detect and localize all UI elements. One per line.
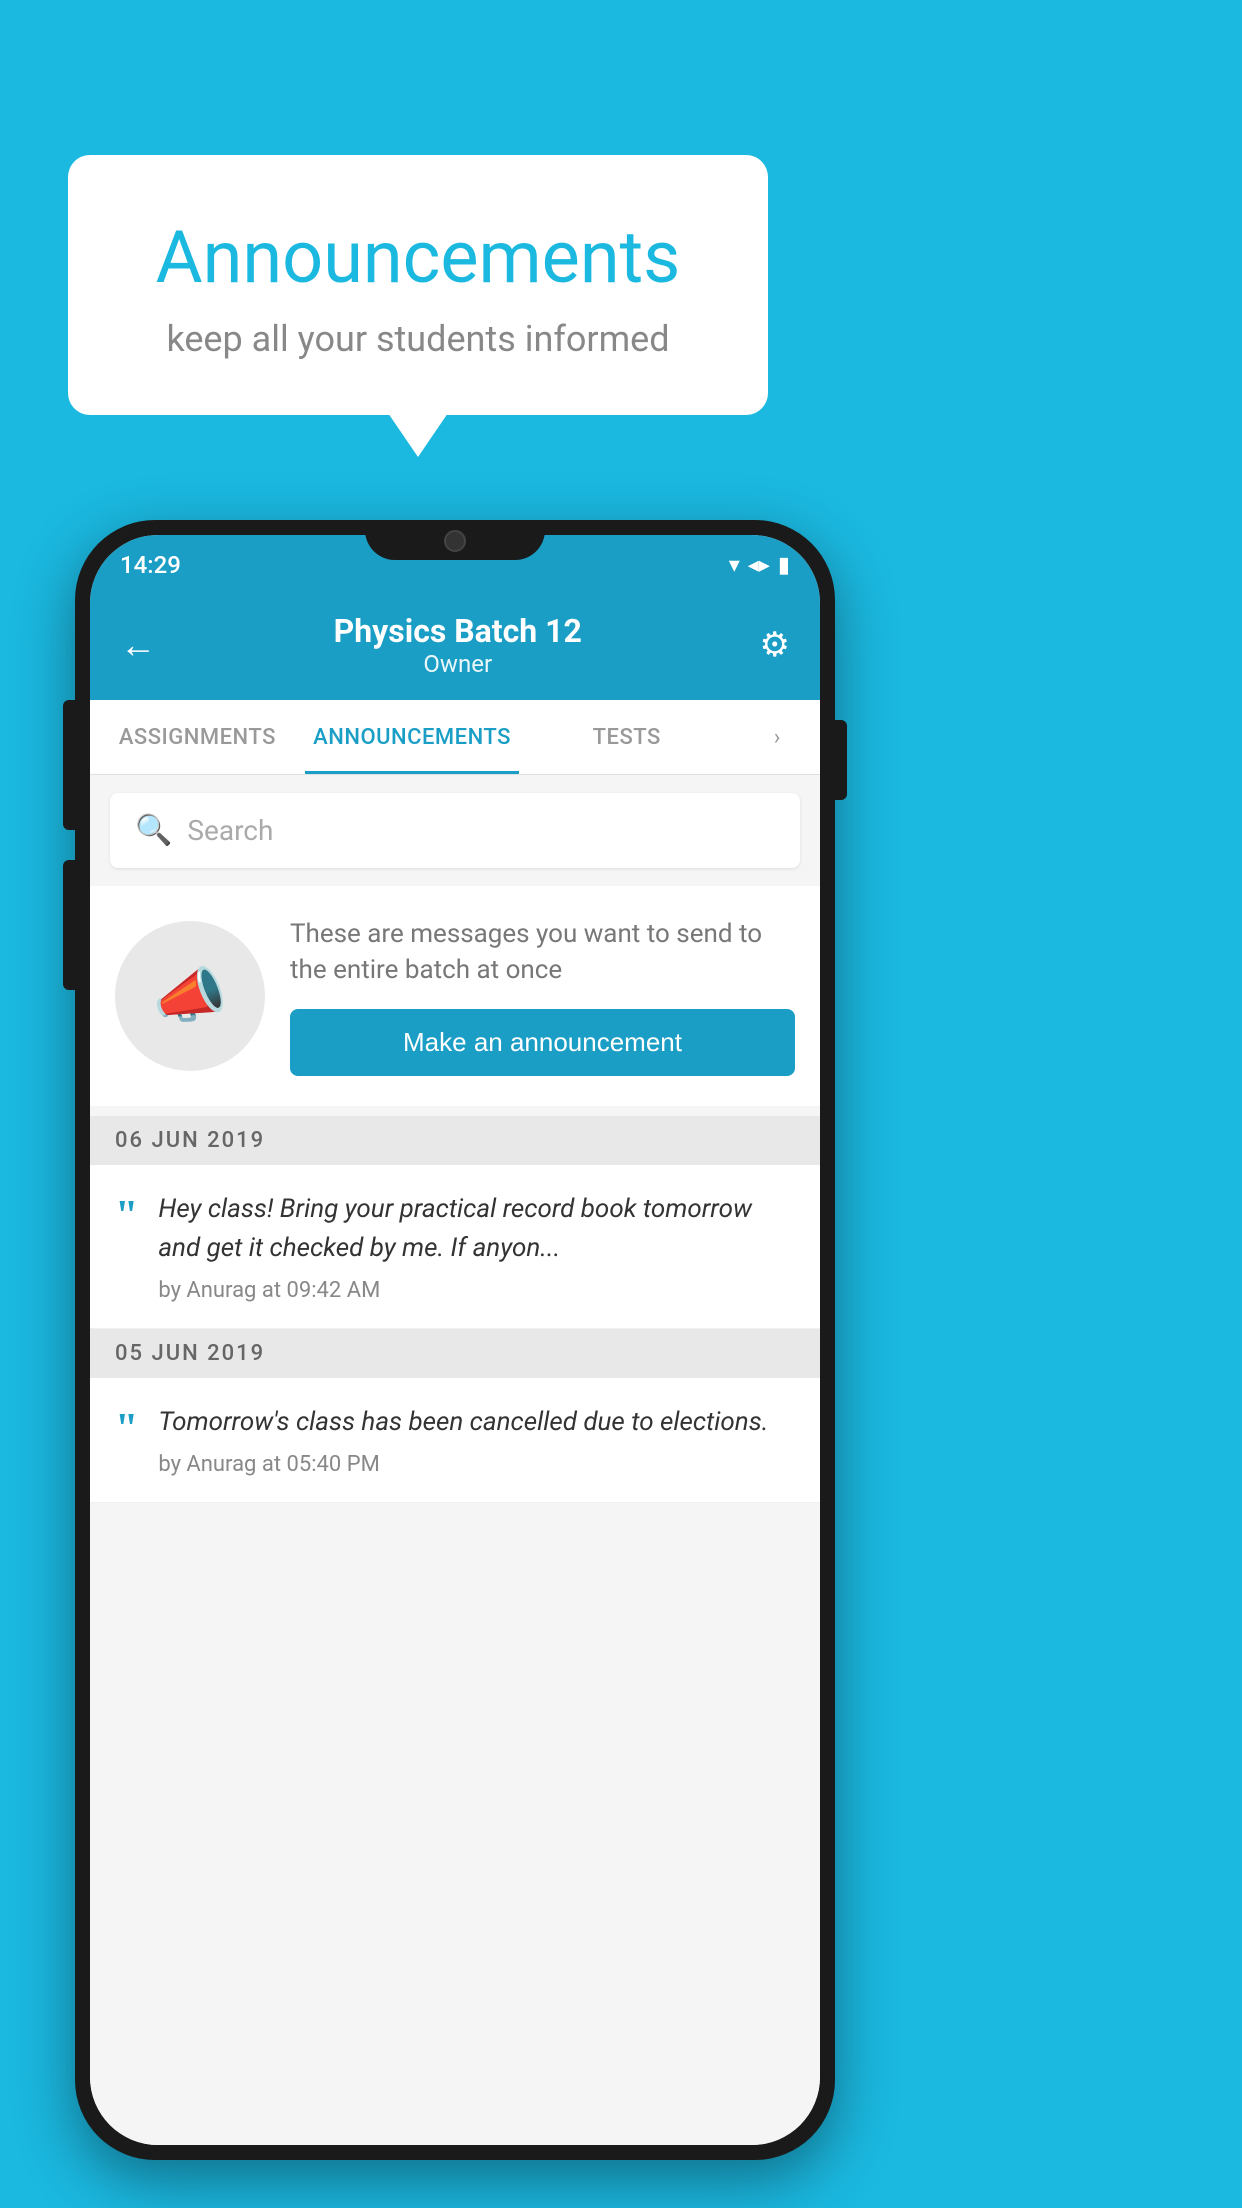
- announcement-promo-section: 📣 These are messages you want to send to…: [90, 886, 820, 1106]
- phone-screen-area: 14:29 ▾ ◂▸ ▮ ← Physics Batch 12 Owner ⚙: [90, 535, 820, 2145]
- tab-announcements[interactable]: ANNOUNCEMENTS: [305, 700, 520, 774]
- settings-icon[interactable]: ⚙: [760, 625, 790, 665]
- date-separator-1: 06 JUN 2019: [90, 1116, 820, 1165]
- scrollable-content: 🔍 Search 📣 These are messages you want t…: [90, 775, 820, 2145]
- status-icons: ▾ ◂▸ ▮: [729, 553, 790, 578]
- phone-outer-shell: 14:29 ▾ ◂▸ ▮ ← Physics Batch 12 Owner ⚙: [75, 520, 835, 2160]
- announcement-text-2: Tomorrow's class has been cancelled due …: [158, 1403, 795, 1442]
- speech-bubble-card: Announcements keep all your students inf…: [68, 155, 768, 415]
- header-title: Physics Batch 12: [334, 612, 582, 650]
- promo-right-content: These are messages you want to send to t…: [290, 916, 795, 1076]
- announcement-meta-2: by Anurag at 05:40 PM: [158, 1452, 795, 1477]
- phone-device: 14:29 ▾ ◂▸ ▮ ← Physics Batch 12 Owner ⚙: [75, 520, 835, 2160]
- search-icon: 🔍: [135, 813, 172, 848]
- header-center: Physics Batch 12 Owner: [334, 612, 582, 678]
- quote-icon-2: ": [115, 1408, 138, 1450]
- search-placeholder: Search: [187, 814, 273, 847]
- header-subtitle: Owner: [334, 650, 582, 678]
- announcement-content-1: Hey class! Bring your practical record b…: [158, 1190, 795, 1303]
- phone-screen: 14:29 ▾ ◂▸ ▮ ← Physics Batch 12 Owner ⚙: [90, 535, 820, 2145]
- tab-tests[interactable]: TESTS: [519, 700, 734, 774]
- tab-bar: ASSIGNMENTS ANNOUNCEMENTS TESTS ›: [90, 700, 820, 775]
- app-header: ← Physics Batch 12 Owner ⚙: [90, 590, 820, 700]
- date-separator-2: 05 JUN 2019: [90, 1329, 820, 1378]
- announcement-text-1: Hey class! Bring your practical record b…: [158, 1190, 795, 1268]
- phone-notch: [365, 520, 545, 560]
- speech-bubble: Announcements keep all your students inf…: [68, 155, 768, 415]
- tab-assignments[interactable]: ASSIGNMENTS: [90, 700, 305, 774]
- make-announcement-button[interactable]: Make an announcement: [290, 1009, 795, 1076]
- battery-icon: ▮: [778, 553, 790, 578]
- quote-icon-1: ": [115, 1195, 138, 1237]
- bubble-title: Announcements: [118, 215, 718, 300]
- announcement-content-2: Tomorrow's class has been cancelled due …: [158, 1403, 795, 1477]
- bubble-subtitle: keep all your students informed: [118, 318, 718, 360]
- megaphone-icon: 📣: [153, 960, 228, 1031]
- signal-icon: ◂▸: [748, 553, 770, 578]
- announcement-item-1[interactable]: " Hey class! Bring your practical record…: [90, 1165, 820, 1329]
- camera-cutout: [444, 530, 466, 552]
- promo-icon-circle: 📣: [115, 921, 265, 1071]
- tab-more[interactable]: ›: [734, 700, 820, 774]
- search-bar[interactable]: 🔍 Search: [110, 793, 800, 868]
- promo-description: These are messages you want to send to t…: [290, 916, 795, 989]
- announcement-meta-1: by Anurag at 09:42 AM: [158, 1278, 795, 1303]
- back-button[interactable]: ←: [120, 624, 156, 666]
- status-time: 14:29: [120, 551, 181, 579]
- announcement-item-2[interactable]: " Tomorrow's class has been cancelled du…: [90, 1378, 820, 1503]
- wifi-icon: ▾: [729, 553, 740, 578]
